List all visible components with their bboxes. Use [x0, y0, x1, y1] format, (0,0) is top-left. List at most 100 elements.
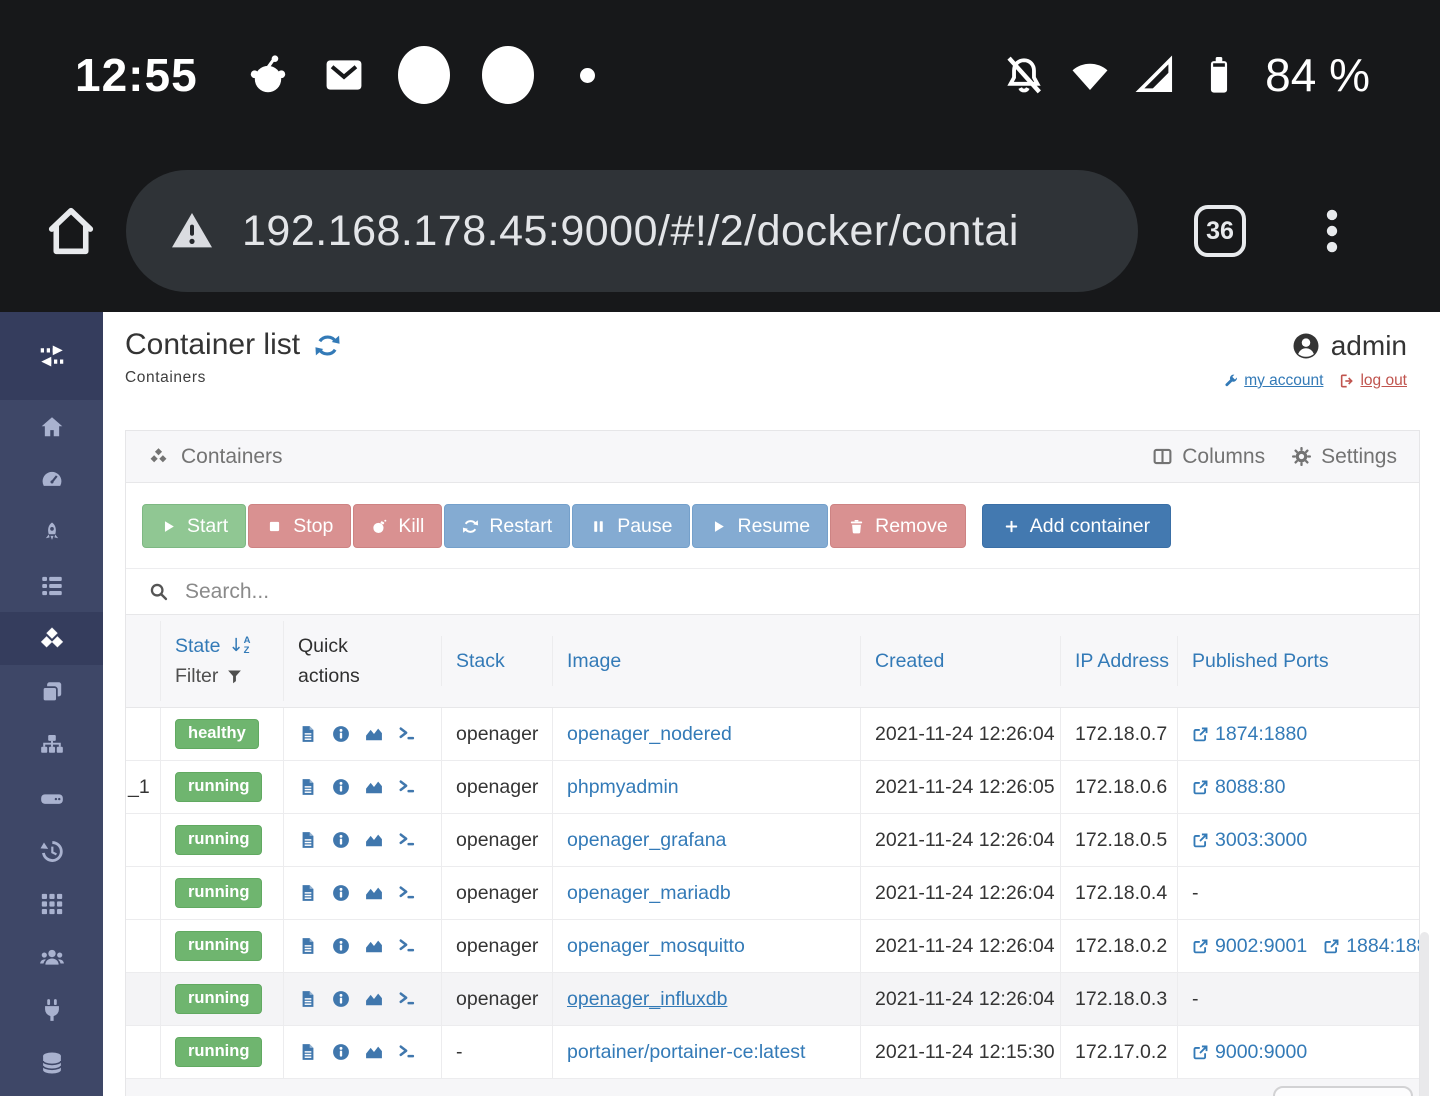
inspect-icon[interactable] — [331, 1042, 351, 1062]
image-link[interactable]: openager_mariadb — [567, 882, 731, 905]
bomb-icon — [371, 518, 388, 535]
external-link-icon — [1192, 938, 1209, 955]
image-link[interactable]: openager_grafana — [567, 829, 726, 852]
sidebar-item-images[interactable] — [0, 665, 103, 718]
header-published-ports[interactable]: Published Ports — [1177, 635, 1419, 687]
logs-icon[interactable] — [298, 883, 318, 903]
image-link[interactable]: openager_nodered — [567, 723, 732, 746]
logs-icon[interactable] — [298, 989, 318, 1009]
browser-menu-icon[interactable] — [1306, 205, 1358, 257]
image-link[interactable]: openager_mosquitto — [567, 935, 745, 958]
not-secure-warning-icon[interactable] — [168, 207, 216, 255]
inspect-icon[interactable] — [331, 777, 351, 797]
cell-created: 2021-11-24 12:26:04 — [860, 973, 1060, 1025]
sidebar-item-users[interactable] — [0, 930, 103, 983]
restart-button[interactable]: Restart — [444, 504, 571, 548]
start-button[interactable]: Start — [142, 504, 247, 548]
console-icon[interactable] — [397, 830, 417, 850]
resume-button[interactable]: Resume — [692, 504, 829, 548]
scrollbar-thumb[interactable] — [1420, 932, 1429, 1096]
stop-button[interactable]: Stop — [248, 504, 352, 548]
published-port-link[interactable]: 1874:1880 — [1192, 723, 1307, 746]
sidebar-item-host[interactable] — [0, 877, 103, 930]
inspect-icon[interactable] — [331, 830, 351, 850]
pause-button[interactable]: Pause — [572, 504, 691, 548]
stats-icon[interactable] — [364, 1042, 384, 1062]
image-link[interactable]: phpmyadmin — [567, 776, 679, 799]
settings-button[interactable]: Settings — [1291, 445, 1397, 469]
cell-quick-actions — [283, 920, 441, 972]
stats-icon[interactable] — [364, 724, 384, 744]
status-badge: running — [175, 984, 263, 1014]
stats-icon[interactable] — [364, 936, 384, 956]
published-port-link[interactable]: 9000:9000 — [1192, 1041, 1307, 1064]
sidebar — [0, 312, 103, 1096]
sidebar-item-networks[interactable] — [0, 718, 103, 771]
sidebar-item-volumes[interactable] — [0, 771, 103, 824]
stats-icon[interactable] — [364, 883, 384, 903]
sort-alpha-down-icon[interactable]: ↓ A Z — [229, 632, 251, 660]
columns-button[interactable]: Columns — [1152, 445, 1265, 469]
published-port-link[interactable]: 3003:3000 — [1192, 829, 1307, 852]
search-input[interactable] — [185, 579, 1397, 604]
tab-switcher-button[interactable]: 36 — [1194, 205, 1246, 257]
remove-button[interactable]: Remove — [830, 504, 966, 548]
filter-funnel-icon[interactable] — [226, 668, 243, 685]
action-toolbar: Start Stop Kill Restart Pause Resume Remove Add… — [126, 483, 1419, 568]
cell-stack: openager — [441, 920, 552, 972]
logs-icon[interactable] — [298, 936, 318, 956]
published-port-link[interactable]: 1884:1883 — [1323, 935, 1419, 958]
networks-icon — [39, 732, 65, 758]
sidebar-item-home[interactable] — [0, 400, 103, 453]
sidebar-item-dashboard[interactable] — [0, 453, 103, 506]
header-created[interactable]: Created — [860, 635, 1060, 687]
external-link-icon — [1323, 938, 1340, 955]
header-ip-address[interactable]: IP Address — [1060, 635, 1177, 687]
console-icon[interactable] — [397, 1042, 417, 1062]
sidebar-collapse-toggle[interactable] — [0, 312, 103, 400]
sidebar-item-endpoints[interactable] — [0, 983, 103, 1036]
inspect-icon[interactable] — [331, 936, 351, 956]
refresh-icon[interactable] — [314, 332, 341, 359]
images-icon — [39, 679, 65, 705]
logs-icon[interactable] — [298, 724, 318, 744]
stats-icon[interactable] — [364, 989, 384, 1009]
logs-icon[interactable] — [298, 830, 318, 850]
inspect-icon[interactable] — [331, 883, 351, 903]
stats-icon[interactable] — [364, 777, 384, 797]
header-name-spacer — [126, 651, 160, 671]
items-per-page-select[interactable] — [1273, 1086, 1413, 1096]
image-link[interactable]: portainer/portainer-ce:latest — [567, 1041, 805, 1064]
console-icon[interactable] — [397, 724, 417, 744]
log-out-link[interactable]: log out — [1339, 372, 1407, 390]
kill-button[interactable]: Kill — [353, 504, 443, 548]
logs-icon[interactable] — [298, 777, 318, 797]
sidebar-item-containers[interactable] — [0, 612, 103, 665]
sidebar-item-app-templates[interactable] — [0, 506, 103, 559]
my-account-link[interactable]: my account — [1223, 372, 1323, 390]
table-body: healthy openager openager_nodered 2021-11-2… — [126, 708, 1419, 1079]
table-row: running openager openager_influxdb 2021-11-… — [126, 973, 1419, 1026]
published-port-link[interactable]: 9002:9001 — [1192, 935, 1307, 958]
console-icon[interactable] — [397, 936, 417, 956]
sidebar-item-stacks[interactable] — [0, 559, 103, 612]
sidebar-item-events[interactable] — [0, 824, 103, 877]
table-row: running - portainer/portainer-ce:latest 202… — [126, 1026, 1419, 1079]
image-link[interactable]: openager_influxdb — [567, 988, 727, 1011]
console-icon[interactable] — [397, 989, 417, 1009]
wrench-icon — [1223, 373, 1239, 389]
console-icon[interactable] — [397, 777, 417, 797]
cell-name-fragment — [126, 1026, 160, 1078]
logs-icon[interactable] — [298, 1042, 318, 1062]
add-container-button[interactable]: Add container — [981, 504, 1172, 548]
inspect-icon[interactable] — [331, 989, 351, 1009]
browser-home-icon[interactable] — [42, 202, 100, 260]
header-image[interactable]: Image — [552, 635, 860, 687]
stats-icon[interactable] — [364, 830, 384, 850]
address-bar[interactable]: 192.168.178.45:9000/#!/2/docker/contai — [126, 170, 1138, 292]
header-stack[interactable]: Stack — [441, 635, 552, 687]
console-icon[interactable] — [397, 883, 417, 903]
inspect-icon[interactable] — [331, 724, 351, 744]
published-port-link[interactable]: 8088:80 — [1192, 776, 1286, 799]
sidebar-item-registries[interactable] — [0, 1036, 103, 1089]
